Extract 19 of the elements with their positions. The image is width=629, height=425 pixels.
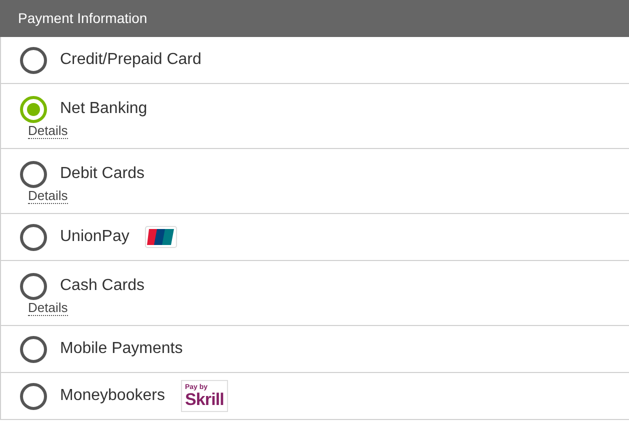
radio-button[interactable] — [20, 336, 47, 362]
panel-title: Payment Information — [18, 9, 148, 28]
payment-option-label[interactable]: UnionPay — [60, 225, 130, 249]
details-link[interactable]: Details — [28, 124, 68, 138]
card-logo-icon — [145, 226, 178, 248]
radio-button[interactable] — [20, 272, 47, 300]
radio-button[interactable] — [20, 96, 47, 122]
radio-button[interactable] — [20, 224, 47, 250]
payment-option-label[interactable]: Net Banking — [60, 97, 148, 121]
payment-option-label[interactable]: Debit Cards — [60, 162, 144, 186]
radio-button[interactable] — [20, 46, 47, 74]
radio-button[interactable] — [20, 382, 47, 410]
payment-option-label[interactable]: Moneybookers — [60, 384, 165, 408]
payment-option-label[interactable]: Credit/Prepaid Card — [60, 48, 202, 72]
payment-option-label[interactable]: Mobile Payments — [60, 337, 183, 361]
details-link[interactable]: Details — [28, 300, 68, 316]
radio-button[interactable] — [20, 160, 47, 188]
details-link[interactable]: Details — [28, 188, 68, 204]
payment-option-label[interactable]: Cash Cards — [60, 274, 144, 298]
